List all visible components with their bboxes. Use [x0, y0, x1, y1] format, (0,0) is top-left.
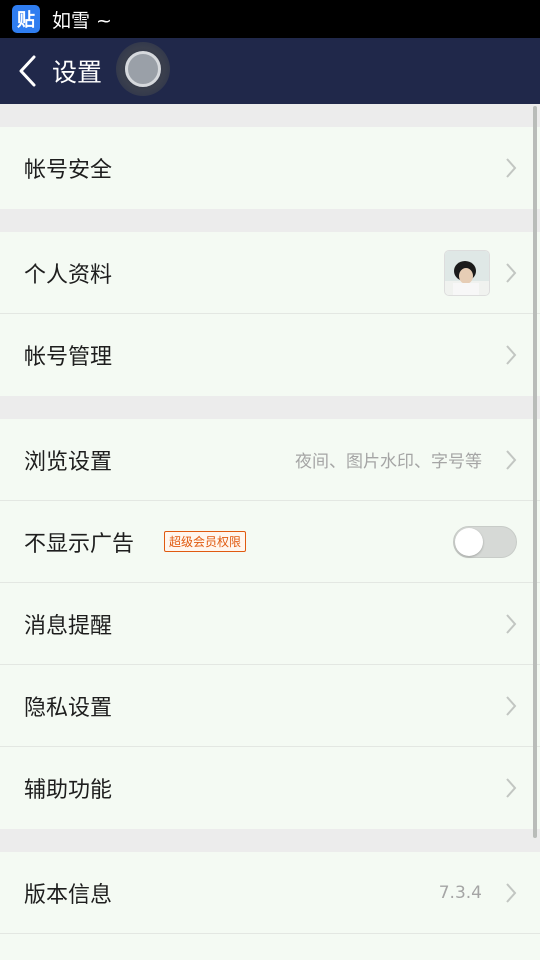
chevron-right-icon — [506, 158, 517, 178]
settings-screen: 贴 如雪 ~ 设置 帐号安全 个人资料 帐号管理 浏览设置 夜间、图片水印、字号… — [0, 0, 540, 960]
app-notification-icon: 贴 — [12, 5, 40, 33]
page-title: 设置 — [52, 58, 103, 87]
version-number: 7.3.4 — [438, 882, 482, 903]
title-bar: 设置 — [0, 38, 540, 104]
settings-group-general: 浏览设置 夜间、图片水印、字号等 不显示广告 超级会员权限 消息提醒 隐私设置 — [0, 419, 540, 829]
notification-text: 如雪 ~ — [52, 9, 112, 32]
settings-item-browse[interactable]: 浏览设置 夜间、图片水印、字号等 — [0, 419, 540, 501]
settings-item-account-management[interactable]: 帐号管理 — [0, 314, 540, 396]
chevron-right-icon — [506, 262, 517, 283]
settings-item-label: 不显示广告 — [24, 531, 135, 557]
avatar — [444, 250, 490, 296]
chevron-right-icon — [506, 345, 517, 365]
toggle-knob — [455, 527, 483, 556]
settings-group-about: 版本信息 7.3.4 — [0, 852, 540, 960]
settings-list: 帐号安全 个人资料 帐号管理 浏览设置 夜间、图片水印、字号等 不显示广告 超级… — [0, 104, 540, 960]
chevron-right-icon — [506, 778, 517, 798]
settings-item-privacy[interactable]: 隐私设置 — [0, 665, 540, 747]
chevron-right-icon — [506, 449, 517, 470]
status-bar: 贴 如雪 ~ — [0, 0, 540, 38]
settings-item-label: 辅助功能 — [24, 778, 113, 803]
settings-item-label: 浏览设置 — [24, 449, 113, 475]
settings-item-accessibility[interactable]: 辅助功能 — [0, 747, 540, 829]
settings-group-account: 帐号安全 — [0, 127, 540, 209]
vip-badge: 超级会员权限 — [164, 531, 247, 552]
chevron-right-icon — [506, 613, 517, 634]
chevron-right-icon — [506, 882, 517, 903]
scrollbar[interactable] — [533, 106, 537, 838]
settings-group-profile: 个人资料 帐号管理 — [0, 232, 540, 396]
settings-item-notifications[interactable]: 消息提醒 — [0, 583, 540, 665]
settings-item-hint: 夜间、图片水印、字号等 — [295, 452, 482, 472]
settings-item-label: 个人资料 — [24, 262, 113, 288]
settings-item-partial[interactable] — [0, 934, 540, 960]
settings-item-account-security[interactable]: 帐号安全 — [0, 127, 540, 209]
settings-item-label: 帐号管理 — [24, 345, 113, 370]
settings-item-no-ads: 不显示广告 超级会员权限 — [0, 501, 540, 583]
back-button[interactable] — [4, 38, 50, 104]
floating-ball-icon[interactable] — [116, 42, 170, 96]
settings-item-label: 版本信息 — [24, 882, 113, 908]
chevron-right-icon — [506, 695, 517, 716]
settings-item-label: 隐私设置 — [24, 695, 113, 721]
no-ads-toggle[interactable] — [453, 525, 517, 558]
settings-item-version[interactable]: 版本信息 7.3.4 — [0, 852, 540, 934]
settings-item-label: 消息提醒 — [24, 613, 113, 639]
settings-item-label: 帐号安全 — [24, 158, 113, 183]
settings-item-profile[interactable]: 个人资料 — [0, 232, 540, 314]
back-arrow-icon — [19, 55, 36, 87]
